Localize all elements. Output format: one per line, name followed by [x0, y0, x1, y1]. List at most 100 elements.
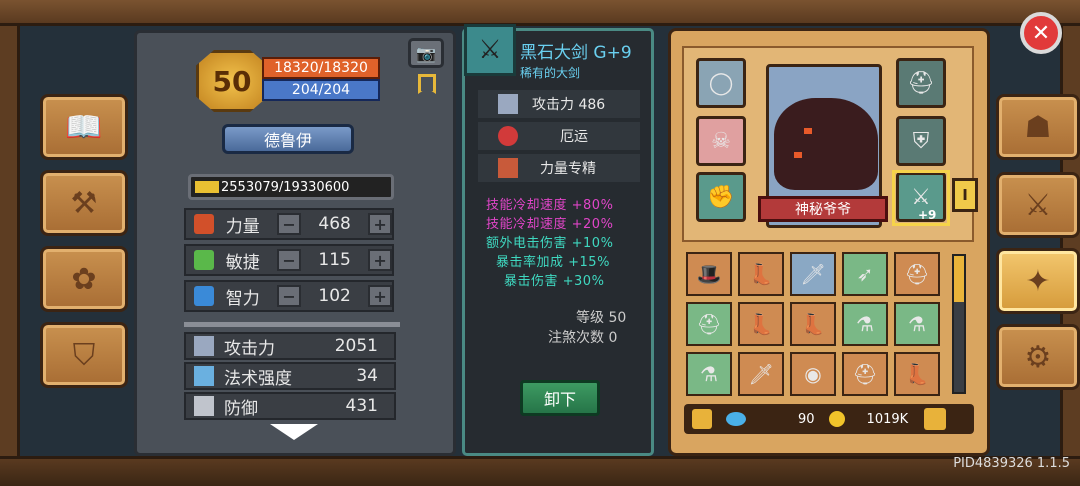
- attr-label: 敏捷: [225, 252, 260, 273]
- nav-skills[interactable]: ⚔: [996, 172, 1080, 238]
- dagger-icon: 🗡: [748, 362, 774, 386]
- helmet-slot[interactable]: ⛑: [896, 58, 946, 108]
- book-icon: 📖: [65, 109, 103, 145]
- nav-hero[interactable]: ☗: [996, 94, 1080, 160]
- pet-eye: [804, 128, 812, 134]
- agility-plus-button[interactable]: +: [368, 249, 393, 271]
- camera-icon: 📷: [416, 43, 436, 63]
- compass-icon: ✦: [1025, 263, 1051, 299]
- curse-icon: [498, 126, 518, 146]
- sword-icon: [194, 336, 214, 356]
- hp-bar: 18320/18320: [262, 57, 380, 79]
- bonus-line: 暴击率加成 +15%: [496, 255, 610, 270]
- inventory-slot[interactable]: 👢: [738, 252, 784, 296]
- attr-row-intellect: 智力 − 102 +: [184, 280, 394, 312]
- shield-icon: ⛉: [72, 337, 96, 373]
- potion-icon: ⚗: [856, 312, 874, 336]
- intellect-minus-button[interactable]: −: [277, 285, 301, 307]
- potion-icon: ⚗: [700, 362, 718, 386]
- feather-icon: [194, 250, 214, 270]
- close-button[interactable]: ✕: [1020, 12, 1062, 54]
- stat-row-defense: 防御 431: [184, 392, 396, 420]
- inventory-slot[interactable]: ⚗: [842, 302, 888, 346]
- ring-slot[interactable]: ☠: [696, 116, 746, 166]
- inventory-slot[interactable]: 🎩: [686, 252, 732, 296]
- attr-value: 102: [318, 286, 351, 306]
- attr-row-agility: 敏捷 − 115 +: [184, 244, 394, 276]
- stat-label: 攻击力: [224, 338, 275, 359]
- attr-row-strength: 力量 − 468 +: [184, 208, 394, 240]
- potion-icon: ⚗: [908, 312, 926, 336]
- intellect-plus-button[interactable]: +: [368, 285, 393, 307]
- stat-value: 2051: [334, 336, 378, 356]
- bag-icon: ◉: [804, 362, 822, 386]
- helmet-icon: ⛑: [852, 362, 878, 386]
- nav-shield[interactable]: ⛉: [40, 322, 128, 388]
- inventory-slot[interactable]: 🗡: [738, 352, 784, 396]
- inventory-scrollbar[interactable]: [952, 254, 966, 394]
- scroll-thumb[interactable]: [954, 256, 964, 302]
- nav-equipment[interactable]: ✦: [996, 248, 1080, 314]
- bonus-line: 技能冷却速度 +80%: [486, 198, 614, 213]
- crossed-swords-icon: ⚔: [1024, 187, 1052, 223]
- nav-pets[interactable]: ✿: [40, 246, 128, 312]
- inventory-slot[interactable]: ⚗: [686, 352, 732, 396]
- wand-icon: [194, 366, 214, 386]
- attr-value: 115: [318, 250, 351, 270]
- item-trait-row: 厄运: [478, 122, 640, 150]
- sword-icon: [498, 94, 518, 114]
- left-frame: [0, 26, 20, 458]
- helmet-icon: ☗: [1024, 109, 1052, 145]
- paw-icon: ✿: [71, 261, 97, 297]
- grid-menu-icon[interactable]: [924, 408, 947, 430]
- panel-tab-marker[interactable]: I: [952, 178, 978, 212]
- item-infuse-count: 注煞次数 0: [548, 330, 618, 346]
- strength-minus-button[interactable]: −: [277, 213, 301, 235]
- pet-eye: [794, 152, 802, 158]
- boots-icon: 👢: [904, 362, 930, 386]
- boots-icon: 👢: [800, 312, 826, 336]
- lock-icon[interactable]: [692, 409, 712, 429]
- item-trait: 力量专精: [540, 161, 596, 177]
- inventory-slot[interactable]: ⛑: [894, 252, 940, 296]
- boots-icon: 👢: [748, 262, 774, 286]
- pet-name: 神秘爷爷: [758, 196, 888, 222]
- strength-plus-button[interactable]: +: [368, 213, 393, 235]
- necklace-slot[interactable]: ◯: [696, 58, 746, 108]
- item-name: 黑石大剑 G+9: [520, 43, 632, 63]
- inventory-slot[interactable]: ⛑: [842, 352, 888, 396]
- helmet-icon: ⛑: [904, 262, 930, 286]
- nav-book[interactable]: 📖: [40, 94, 128, 160]
- bow-icon: ➶: [856, 262, 874, 286]
- stat-row-spell: 法术强度 34: [184, 362, 396, 390]
- level-badge: 50: [196, 50, 268, 112]
- armor-slot[interactable]: ⛨: [896, 116, 946, 166]
- gem-icon: [726, 412, 746, 426]
- unequip-button[interactable]: 卸下: [520, 380, 600, 416]
- nav-crafting[interactable]: ⚒: [40, 170, 128, 236]
- xp-fill: [195, 181, 219, 193]
- gauntlet-icon: ✊: [707, 184, 735, 210]
- inventory-slot[interactable]: 👢: [738, 302, 784, 346]
- nav-settings[interactable]: ⚙: [996, 324, 1080, 390]
- screenshot-button[interactable]: 📷: [408, 38, 444, 68]
- inventory-slot[interactable]: ⚗: [894, 302, 940, 346]
- gloves-slot[interactable]: ✊: [696, 172, 746, 222]
- bear-pet-image: [774, 98, 878, 190]
- xp-text: 2553079/19330600: [221, 179, 350, 195]
- inventory-slot[interactable]: 👢: [894, 352, 940, 396]
- inventory-slot[interactable]: 👢: [790, 302, 836, 346]
- item-attack-row: 攻击力 486: [478, 90, 640, 118]
- inventory-slot[interactable]: 🗡: [790, 252, 836, 296]
- inventory-slot[interactable]: ◉: [790, 352, 836, 396]
- inventory-slot[interactable]: ⛑: [686, 302, 732, 346]
- helmet-icon: ⛑: [907, 70, 935, 96]
- skull-icon: ☠: [711, 128, 731, 154]
- item-level: 等级 50: [576, 310, 627, 326]
- stat-value: 34: [356, 366, 378, 386]
- inventory-slot[interactable]: ➶: [842, 252, 888, 296]
- attr-label: 智力: [225, 288, 260, 309]
- agility-minus-button[interactable]: −: [277, 249, 301, 271]
- gem-count: 90: [798, 411, 815, 427]
- stat-label: 防御: [224, 398, 258, 419]
